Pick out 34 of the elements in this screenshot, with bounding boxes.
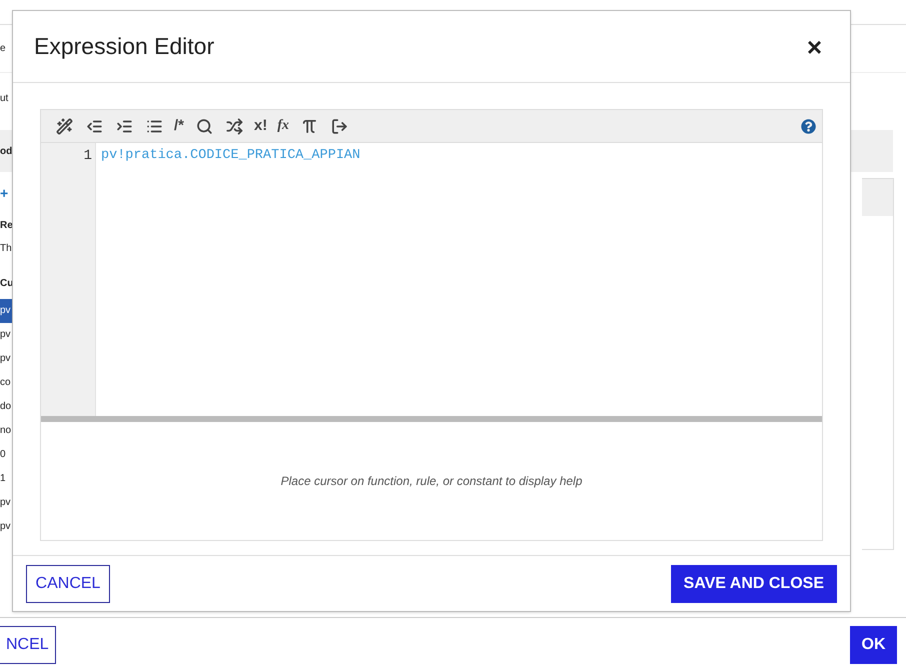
section-title: Re [0, 219, 12, 233]
help-icon[interactable] [801, 118, 816, 134]
list-item[interactable]: pv [0, 323, 12, 347]
magic-wand-icon[interactable] [54, 116, 74, 136]
list-item[interactable]: do [0, 395, 12, 419]
list-item[interactable]: pv [0, 299, 12, 323]
panel-title: od [0, 144, 12, 158]
help-text: Place cursor on function, rule, or constant to display help [280, 473, 582, 490]
list-item[interactable]: co [0, 371, 12, 395]
list-item[interactable]: pv [0, 347, 12, 371]
list-item[interactable]: pv [0, 515, 12, 539]
dialog-title: Expression Editor [34, 32, 214, 62]
toolbar-button[interactable]: /* [174, 116, 184, 136]
cancel-button[interactable]: NCEL [0, 626, 56, 664]
page-text: e [0, 42, 6, 56]
table-header [862, 179, 893, 216]
shuffle-icon[interactable] [224, 116, 244, 136]
code-line: pv!pratica.CODICE_PRATICA_APPIAN [101, 147, 362, 165]
function-button[interactable]: fx [277, 116, 290, 136]
exit-icon[interactable] [329, 116, 350, 136]
search-icon[interactable] [194, 116, 214, 136]
save-and-close-button[interactable]: SAVE AND CLOSE [670, 564, 837, 602]
ok-button[interactable]: OK [850, 626, 897, 664]
cancel-button[interactable]: CANCEL [26, 564, 110, 602]
list-item[interactable]: 1 [0, 467, 12, 491]
line-number: 1 [82, 147, 93, 166]
section-text: Th [0, 242, 12, 256]
page-text: ut [0, 92, 8, 106]
list-item[interactable]: 0 [0, 443, 12, 467]
list-item[interactable]: no [0, 419, 12, 443]
list-item[interactable]: pv [0, 491, 12, 515]
close-button[interactable]: × [806, 34, 822, 60]
add-button[interactable]: + [0, 186, 12, 200]
toolbar-button[interactable]: x! [254, 116, 268, 136]
